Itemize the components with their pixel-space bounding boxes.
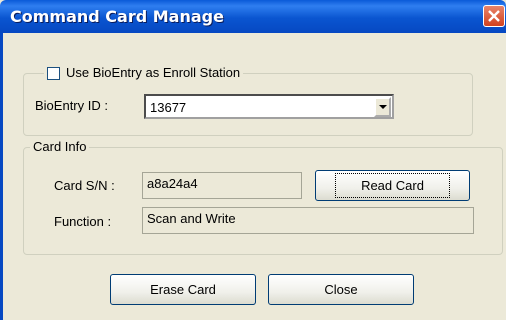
function-field: Scan and Write <box>142 207 474 234</box>
card-sn-value: a8a24a4 <box>147 176 198 191</box>
close-button[interactable]: Close <box>268 274 414 305</box>
function-label: Function : <box>54 214 112 229</box>
enroll-checkbox-row[interactable]: Use BioEntry as Enroll Station <box>44 65 244 81</box>
use-bioentry-label[interactable]: Use BioEntry as Enroll Station <box>66 65 240 81</box>
function-value: Scan and Write <box>147 211 236 226</box>
card-sn-label: Card S/N : <box>54 178 115 193</box>
card-sn-field: a8a24a4 <box>142 172 302 199</box>
erase-card-label: Erase Card <box>150 282 216 297</box>
close-x-icon <box>488 10 500 22</box>
card-info-legend: Card Info <box>30 139 90 155</box>
bioentry-id-value: 13677 <box>150 100 187 115</box>
window-title: Command Card Manage <box>10 7 224 26</box>
chevron-down-icon <box>379 105 387 109</box>
bioentry-id-label: BioEntry ID : <box>35 98 108 113</box>
window-close-button[interactable] <box>483 5 505 27</box>
bioentry-id-dropdown[interactable]: 13677 <box>144 94 394 119</box>
read-card-button[interactable]: Read Card <box>315 170 470 201</box>
dialog-body: Use BioEntry as Enroll Station BioEntry … <box>0 33 506 320</box>
dropdown-arrow-button[interactable] <box>374 97 391 117</box>
title-bar[interactable]: Command Card Manage <box>0 0 506 33</box>
erase-card-button[interactable]: Erase Card <box>110 274 256 305</box>
enroll-station-group: Use BioEntry as Enroll Station BioEntry … <box>23 65 473 136</box>
read-card-label: Read Card <box>335 173 450 198</box>
use-bioentry-checkbox[interactable] <box>47 66 60 80</box>
card-info-group: Card Info Card S/N : a8a24a4 Read Card F… <box>23 139 503 255</box>
close-label: Close <box>324 282 358 297</box>
